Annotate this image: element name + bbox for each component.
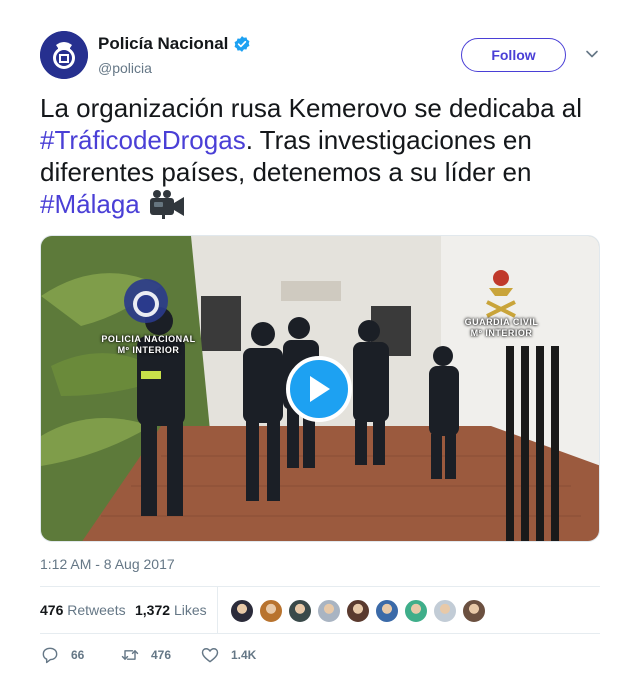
video-player[interactable]: POLICIA NACIONAL Mº INTERIOR GUARDIA CIV… [40, 235, 600, 542]
liker-avatar[interactable] [346, 599, 370, 623]
liker-avatar[interactable] [288, 599, 312, 623]
account-handle[interactable]: @policia [98, 60, 152, 76]
likes-count: 1,372 [135, 602, 171, 618]
liker-avatar[interactable] [375, 599, 399, 623]
like-count: 1.4K [231, 648, 257, 662]
liker-avatar[interactable] [404, 599, 428, 623]
retweets-count: 476 [40, 602, 64, 618]
play-icon [310, 376, 330, 402]
retweets-label: Retweets [67, 602, 126, 618]
like-button[interactable]: 1.4K [200, 645, 256, 665]
account-name[interactable]: Policía Nacional [98, 34, 228, 54]
likes-label: Likes [173, 602, 207, 618]
retweet-count: 476 [151, 648, 172, 662]
reply-count: 66 [71, 648, 85, 662]
tweet-stats: 476 Retweets 1,372 Likes [40, 586, 600, 634]
likes-stat[interactable]: 1,372 Likes [135, 602, 207, 618]
heart-icon [201, 648, 219, 663]
reply-button[interactable]: 66 [40, 645, 84, 665]
tweet-actions: 66 476 1.4K [40, 645, 600, 667]
play-button[interactable] [286, 356, 352, 422]
retweet-button[interactable]: 476 [120, 645, 171, 665]
tweet-text-segment: La organización rusa Kemerovo se dedicab… [40, 93, 583, 123]
liker-avatar[interactable] [259, 599, 283, 623]
liker-avatars [230, 599, 491, 623]
follow-button[interactable]: Follow [461, 38, 566, 72]
liker-avatar[interactable] [317, 599, 341, 623]
tweet-text: La organización rusa Kemerovo se dedicab… [40, 92, 605, 220]
tweet-header: Policía Nacional @policia Follow [40, 31, 600, 81]
liker-avatar[interactable] [462, 599, 486, 623]
police-badge-icon [40, 31, 88, 79]
hashtag-link[interactable]: #TráficodeDrogas [40, 125, 246, 155]
retweets-stat[interactable]: 476 Retweets [40, 602, 126, 618]
retweet-icon [121, 650, 139, 660]
video-watermark-left: POLICIA NACIONAL Mº INTERIOR [101, 334, 196, 355]
liker-avatar[interactable] [433, 599, 457, 623]
avatar[interactable] [40, 31, 88, 79]
hashtag-link[interactable]: #Málaga [40, 189, 140, 219]
chevron-down-icon[interactable] [584, 46, 600, 62]
police-crest-icon [124, 279, 168, 323]
stats-divider [217, 587, 218, 633]
video-camera-icon [149, 190, 184, 219]
video-watermark-right: GUARDIA CIVIL Mº INTERIOR [464, 317, 539, 338]
verified-badge-icon [234, 36, 250, 52]
account-name-row: Policía Nacional [98, 34, 251, 54]
liker-avatar[interactable] [230, 599, 254, 623]
tweet-timestamp[interactable]: 1:12 AM - 8 Aug 2017 [40, 556, 175, 572]
reply-icon [42, 647, 58, 664]
